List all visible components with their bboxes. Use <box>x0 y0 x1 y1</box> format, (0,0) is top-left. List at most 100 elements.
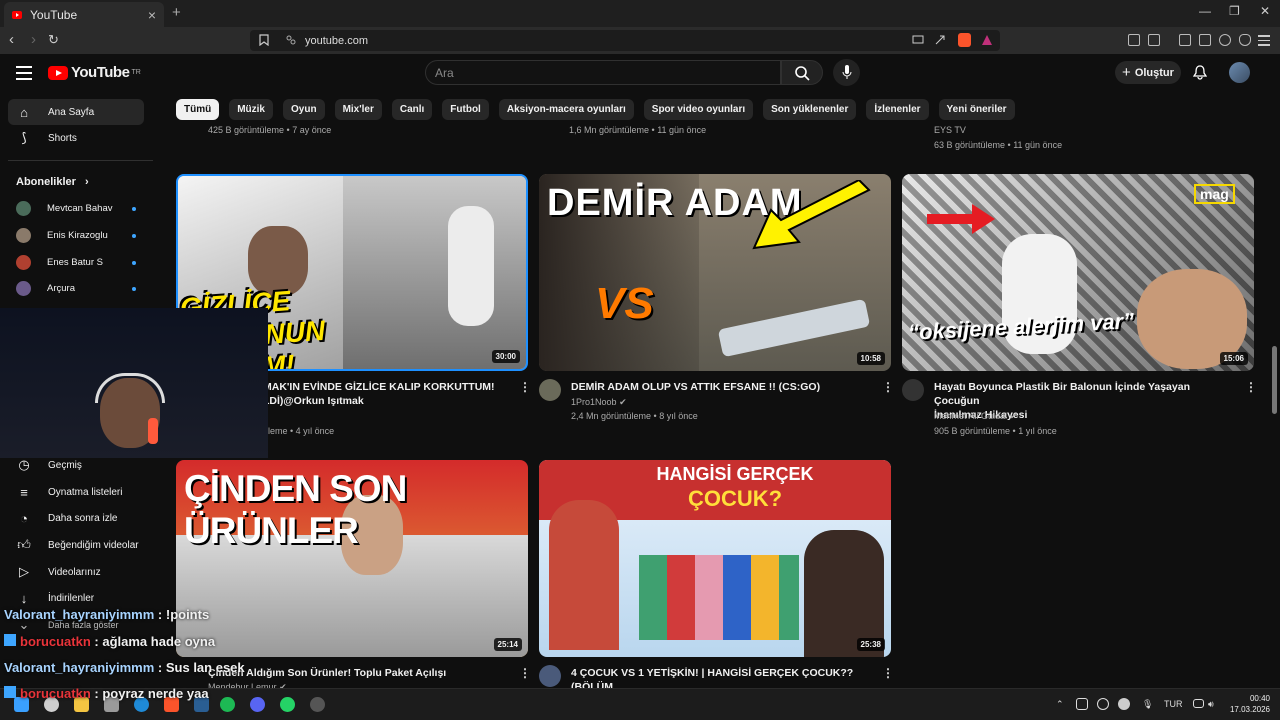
sidebar-item-watch-later[interactable]: ◔ Daha sonra izle <box>8 505 144 531</box>
subscription-item[interactable]: Arçura <box>16 281 136 296</box>
video-meta: 63 B görüntüleme • 11 gün önce <box>934 140 1063 150</box>
video-thumbnail[interactable]: mag “oksijene alerjim var” 15:06 <box>902 174 1254 371</box>
language-indicator[interactable]: TUR <box>1164 699 1183 709</box>
sidebar-item-shorts[interactable]: ⟆ Shorts <box>8 125 144 151</box>
tray-app-icon[interactable] <box>1076 698 1088 710</box>
chip-all[interactable]: Tümü <box>176 99 220 120</box>
sidebar-item-home[interactable]: ⌂ Ana Sayfa <box>8 99 144 125</box>
sidebar-item-label: Beğendiğim videolar <box>48 539 139 551</box>
chip-new-to-you[interactable]: Yeni öneriler <box>938 99 1015 120</box>
account-avatar[interactable] <box>1229 62 1250 83</box>
chip-recently-uploaded[interactable]: Son yüklenenler <box>763 99 857 120</box>
subscription-item[interactable]: Enis Kirazoglu <box>16 228 136 243</box>
channel-name[interactable]: EYS TV <box>934 125 966 135</box>
more-actions-icon[interactable]: ⋮ <box>882 666 894 680</box>
more-actions-icon[interactable]: ⋮ <box>882 380 894 394</box>
site-info-icon[interactable] <box>286 35 296 45</box>
video-thumbnail[interactable]: HANGİSİ GERÇEK ÇOCUK? 25:38 <box>539 460 891 657</box>
hamburger-menu-icon[interactable] <box>16 66 32 84</box>
browser-tab-bar: YouTube × + — ❐ ✕ <box>0 0 1280 27</box>
vpn-shield-icon[interactable] <box>1239 34 1251 46</box>
clock-icon: ◔ <box>20 510 28 526</box>
channel-name[interactable]: 1Pro1Noob ✔ <box>571 397 627 408</box>
your-videos-icon: ▷ <box>19 564 29 579</box>
subscriptions-header[interactable]: Abonelikler › <box>16 176 89 188</box>
search-button[interactable] <box>781 60 823 85</box>
channel-avatar[interactable] <box>902 379 924 401</box>
minimize-button[interactable]: — <box>1199 4 1211 18</box>
video-thumbnail[interactable]: ÇİNDEN SON ÜRÜNLER 25:14 <box>176 460 528 657</box>
more-actions-icon[interactable]: ⋮ <box>519 666 531 680</box>
reload-icon[interactable]: ↻ <box>48 32 59 48</box>
brave-shields-icon[interactable] <box>958 33 971 47</box>
share-icon[interactable] <box>934 34 946 46</box>
forward-icon[interactable]: › <box>31 31 36 48</box>
channel-name[interactable]: Mehmet Ali Güldal ✔ <box>934 411 1017 422</box>
sidebar-item-label: İndirilenler <box>48 592 95 604</box>
youtube-logo[interactable]: YouTube TR <box>48 64 141 81</box>
sidebar-item-your-videos[interactable]: ▷ Videolarınız <box>8 559 144 585</box>
tray-app-icon[interactable] <box>1097 698 1109 710</box>
voice-search-button[interactable] <box>833 59 860 86</box>
more-actions-icon[interactable]: ⋮ <box>519 380 531 394</box>
obs-icon[interactable] <box>310 697 325 712</box>
video-title[interactable]: DEMİR ADAM OLUP VS ATTIK EFSANE !! (CS:G… <box>571 380 871 394</box>
sidebar-item-playlists[interactable]: ≡ Oynatma listeleri <box>8 479 144 505</box>
chip-sports-games[interactable]: Spor video oyunları <box>643 99 754 120</box>
sidebar-toggle-icon[interactable] <box>1179 34 1191 46</box>
discord-icon[interactable] <box>250 697 265 712</box>
extensions-icon[interactable] <box>1128 34 1140 46</box>
url-text: youtube.com <box>305 35 368 47</box>
cast-icon[interactable] <box>912 35 924 45</box>
subscription-item[interactable]: Enes Batur S <box>16 255 136 270</box>
chip-football[interactable]: Futbol <box>442 99 489 120</box>
leo-ai-icon[interactable] <box>1219 34 1231 46</box>
more-actions-icon[interactable]: ⋮ <box>1245 380 1257 394</box>
microphone-tray-icon[interactable]: 🎙︎ <box>1142 699 1153 710</box>
sidebar-item-liked[interactable]: 👍︎ Beğendiğim videolar <box>8 532 144 558</box>
sidebar-item-label: Shorts <box>48 132 77 144</box>
chip-action-adventure[interactable]: Aksiyon-macera oyunları <box>498 99 634 120</box>
back-icon[interactable]: ‹ <box>9 31 14 48</box>
chat-badge-icon <box>4 686 16 698</box>
bookmark-icon[interactable] <box>259 34 269 46</box>
chip-mixes[interactable]: Mix'ler <box>334 99 382 120</box>
chip-watched[interactable]: İzlenenler <box>866 99 929 120</box>
browser-tab[interactable]: YouTube × <box>4 2 164 27</box>
spotify-icon[interactable] <box>220 697 235 712</box>
home-icon: ⌂ <box>20 104 28 120</box>
network-icon[interactable] <box>1193 699 1204 708</box>
chip-gaming[interactable]: Oyun <box>283 99 325 120</box>
close-window-button[interactable]: ✕ <box>1260 4 1270 18</box>
chip-music[interactable]: Müzik <box>229 99 273 120</box>
notifications-bell-icon[interactable] <box>1193 65 1207 80</box>
volume-icon[interactable]: 🔊︎ <box>1208 699 1214 710</box>
chip-live[interactable]: Canlı <box>391 99 433 120</box>
chat-message: Valorant_hayraniyimmm : !points <box>4 607 210 622</box>
channel-name: Enes Batur S <box>47 257 103 268</box>
video-title[interactable]: Çinden Aldığım Son Ürünler! Toplu Paket … <box>208 666 508 680</box>
channel-avatar[interactable] <box>539 665 561 687</box>
video-thumbnail[interactable]: DEMİR ADAM VS 10:58 <box>539 174 891 371</box>
restore-button[interactable]: ❐ <box>1229 4 1240 18</box>
page-scrollbar[interactable] <box>1272 346 1277 414</box>
subscription-item[interactable]: Mevtcan Bahav <box>16 201 136 216</box>
sidebar-item-label: Geçmiş <box>48 459 82 471</box>
create-button[interactable]: + Oluştur <box>1115 61 1181 84</box>
brave-rewards-icon[interactable] <box>981 34 993 46</box>
search-input[interactable]: Ara <box>425 60 781 85</box>
taskbar-clock[interactable]: 00:40 17.03.2026 <box>1228 693 1270 715</box>
tray-chevron-icon[interactable]: ⌃ <box>1056 699 1064 710</box>
wallet-icon[interactable] <box>1148 34 1160 46</box>
history-icon: ◷ <box>18 457 30 472</box>
tray-app-icon[interactable] <box>1118 698 1130 710</box>
new-tab-button[interactable]: + <box>172 4 181 21</box>
tab-search-icon[interactable] <box>1199 34 1211 46</box>
video-title[interactable]: MAK'IN EVİNDE GİZLİCE KALIP KORKUTTUM! LD… <box>263 380 513 408</box>
channel-avatar[interactable] <box>539 379 561 401</box>
tab-close-icon[interactable]: × <box>148 7 156 23</box>
browser-menu-icon[interactable] <box>1258 35 1270 46</box>
sidebar-item-label: Daha sonra izle <box>48 512 118 524</box>
whatsapp-icon[interactable] <box>280 697 295 712</box>
